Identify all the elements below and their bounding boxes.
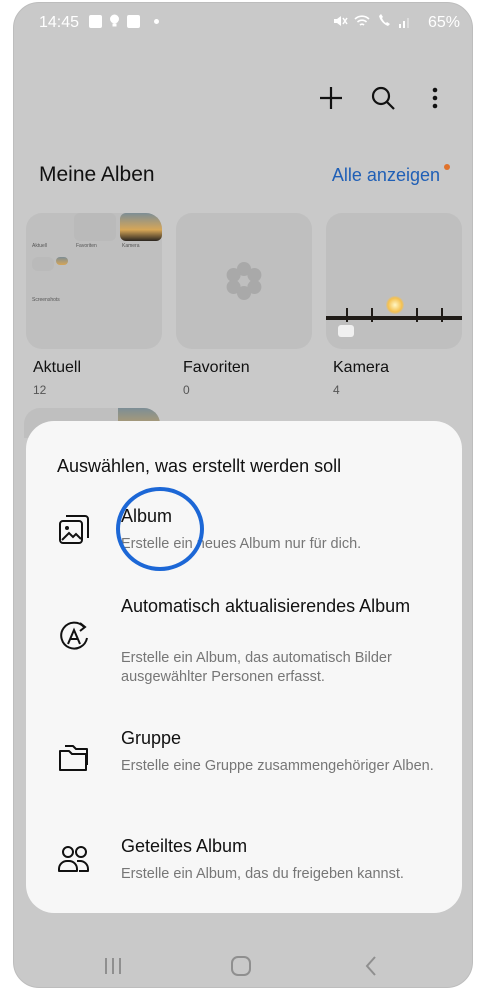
option-title: Automatisch aktualisierendes Album bbox=[121, 596, 411, 616]
collage-label: Screenshots bbox=[32, 297, 60, 303]
pier-post bbox=[346, 308, 348, 322]
folder-group-icon bbox=[54, 737, 94, 777]
signal-icon bbox=[399, 17, 409, 28]
phone-screen: 14:45 65% Meine Alben Alle anzeigen Aktu… bbox=[13, 2, 473, 988]
back-icon bbox=[365, 956, 376, 976]
option-group[interactable]: Gruppe Erstelle eine Gruppe zusammengehö… bbox=[26, 727, 462, 807]
album-count: 0 bbox=[183, 383, 190, 397]
collage-tile-photo bbox=[120, 213, 162, 241]
album-name: Favoriten bbox=[183, 359, 250, 376]
system-icons bbox=[332, 14, 412, 28]
flower-placeholder-icon bbox=[226, 262, 262, 300]
more-notifications-dot bbox=[154, 18, 159, 24]
checkbox-notification-icon bbox=[127, 14, 140, 28]
new-badge-dot bbox=[444, 164, 450, 170]
tap-highlight-circle bbox=[116, 487, 204, 571]
sun-in-photo bbox=[386, 296, 404, 314]
collage-tile bbox=[32, 257, 54, 271]
pier-post bbox=[441, 308, 443, 322]
option-description: Erstelle ein Album, das automatisch Bild… bbox=[121, 650, 392, 685]
wifi-icon bbox=[354, 14, 370, 26]
add-button[interactable] bbox=[316, 83, 346, 113]
album-card-aktuell[interactable]: Aktuell Favoriten Kamera Screenshots Akt… bbox=[26, 213, 162, 397]
album-name: Kamera bbox=[333, 359, 390, 376]
camera-badge-icon bbox=[338, 325, 354, 337]
recent-apps-icon bbox=[105, 958, 121, 974]
option-title: Gruppe bbox=[121, 728, 182, 748]
system-navigation-bar bbox=[14, 943, 472, 987]
gallery-notification-icon bbox=[89, 14, 102, 28]
wifi-calling-icon bbox=[379, 14, 390, 26]
option-description: Erstelle eine Gruppe zusammengehöriger A… bbox=[121, 758, 434, 774]
pier-post bbox=[371, 308, 373, 322]
collage-label: Favoriten bbox=[76, 243, 97, 249]
album-card-favoriten[interactable]: Favoriten 0 bbox=[176, 213, 312, 397]
album-count: 12 bbox=[33, 383, 47, 397]
option-album[interactable]: Album Erstelle ein neues Album nur für d… bbox=[26, 501, 462, 571]
album-thumbnail-photo bbox=[326, 213, 462, 349]
bulb-notification-icon bbox=[110, 14, 119, 27]
status-bar: 14:45 65% bbox=[14, 3, 472, 43]
album-count: 4 bbox=[333, 383, 340, 397]
collage-label: Aktuell bbox=[32, 243, 48, 249]
top-toolbar bbox=[316, 83, 450, 113]
shared-people-icon bbox=[54, 839, 94, 879]
sheet-title: Auswählen, was erstellt werden soll bbox=[57, 456, 342, 476]
back-button[interactable] bbox=[356, 951, 386, 981]
collage-tile bbox=[74, 213, 116, 241]
more-options-button[interactable] bbox=[420, 83, 450, 113]
option-title: Geteiltes Album bbox=[121, 836, 248, 856]
album-thumbnail bbox=[176, 213, 312, 349]
auto-update-album-icon bbox=[54, 617, 94, 657]
mute-icon bbox=[334, 16, 348, 26]
collage-label: Kamera bbox=[122, 243, 140, 249]
home-icon bbox=[231, 956, 251, 976]
plus-icon bbox=[320, 87, 342, 109]
album-name: Aktuell bbox=[33, 359, 82, 376]
album-thumbnail: Aktuell Favoriten Kamera Screenshots bbox=[26, 213, 162, 349]
battery-level: 65% bbox=[427, 14, 460, 31]
more-vertical-icon bbox=[432, 87, 438, 109]
home-button[interactable] bbox=[226, 951, 256, 981]
option-auto-update-album[interactable]: Automatisch aktualisierendes Album Erste… bbox=[26, 595, 462, 695]
notification-icons bbox=[89, 14, 159, 28]
section-title: Meine Alben bbox=[39, 163, 155, 186]
option-description: Erstelle ein Album, das du freigeben kan… bbox=[121, 866, 404, 882]
search-button[interactable] bbox=[368, 83, 398, 113]
recent-apps-button[interactable] bbox=[98, 951, 128, 981]
option-shared-album[interactable]: Geteiltes Album Erstelle ein Album, das … bbox=[26, 835, 462, 895]
search-icon bbox=[371, 86, 395, 110]
album-icon bbox=[54, 509, 94, 549]
album-card-kamera[interactable]: Kamera 4 bbox=[326, 213, 462, 397]
collage-tile-photo bbox=[56, 257, 68, 265]
pier-post bbox=[416, 308, 418, 322]
create-bottom-sheet: Auswählen, was erstellt werden soll Albu… bbox=[26, 421, 462, 913]
see-all-link[interactable]: Alle anzeigen bbox=[332, 165, 440, 186]
status-time: 14:45 bbox=[39, 14, 80, 31]
